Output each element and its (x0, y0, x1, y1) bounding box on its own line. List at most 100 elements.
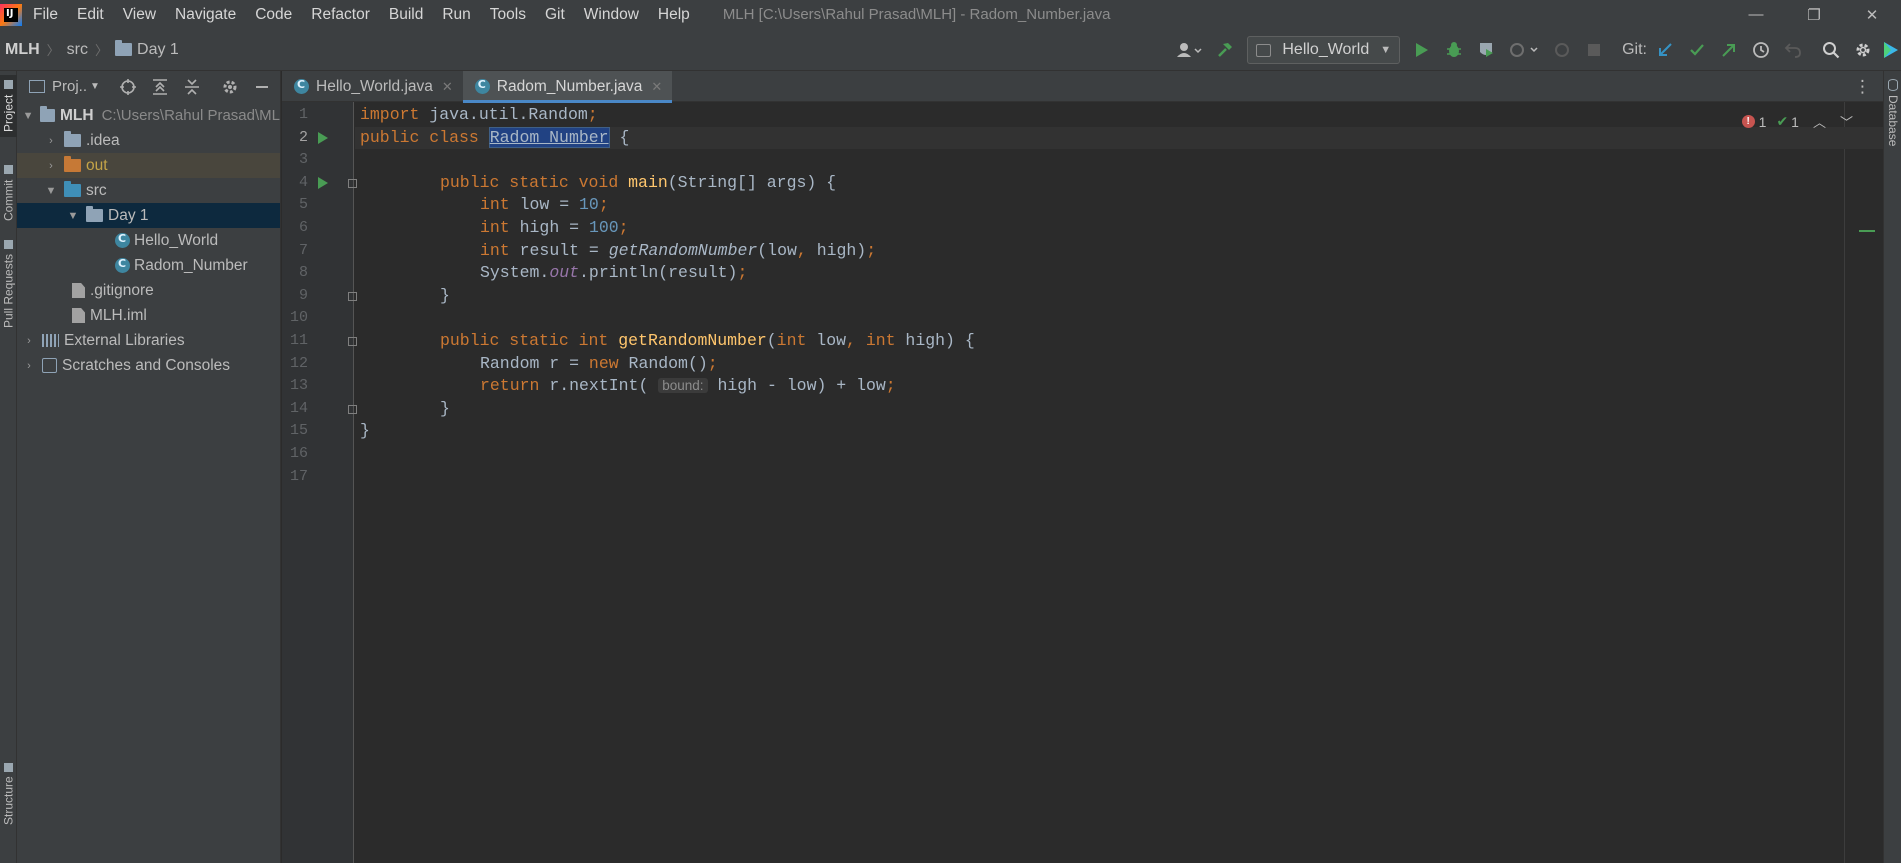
restore-button[interactable]: ❐ (1785, 0, 1843, 29)
ok-count: 1 (1791, 113, 1799, 130)
rollback-icon[interactable] (1777, 34, 1809, 66)
module-folder-icon (40, 106, 56, 122)
tree-item-idea[interactable]: › .idea (17, 128, 280, 153)
run-gutter-icon[interactable] (318, 176, 328, 189)
stop-icon[interactable] (1578, 34, 1610, 66)
tree-item-label: .gitignore (90, 281, 154, 299)
code-line-8: System.out.println(result); (480, 263, 748, 283)
chevron-down-icon[interactable]: ▼ (44, 185, 58, 197)
menu-edit[interactable]: Edit (67, 0, 113, 29)
chevron-down-icon[interactable]: ▼ (22, 110, 34, 122)
tree-item-mlh-iml[interactable]: MLH.iml (17, 303, 280, 328)
tool-tab-pull-requests-label: Pull Requests (1, 253, 16, 329)
tool-tab-pull-requests[interactable]: Pull Requests (0, 238, 17, 330)
menu-file[interactable]: File (33, 0, 67, 29)
settings-gear-icon[interactable] (1847, 34, 1879, 66)
scrollbar-change-marker[interactable] (1859, 230, 1875, 232)
code-with-me-icon[interactable] (1879, 34, 1901, 66)
menu-code[interactable]: Code (245, 0, 301, 29)
chevron-up-icon[interactable]: ︿ (1813, 112, 1826, 131)
breadcrumb-separator-icon: 〉 (46, 43, 60, 58)
run-configuration-select[interactable]: Hello_World ▼ (1247, 36, 1401, 64)
search-icon[interactable] (1815, 34, 1847, 66)
main-toolbar: Hello_World ▼ Git: (1169, 29, 1901, 71)
chevron-right-icon[interactable]: › (44, 135, 58, 147)
breadcrumb-src[interactable]: src (67, 41, 88, 59)
tree-item-src[interactable]: ▼ src (17, 178, 280, 203)
hide-panel-icon[interactable] (246, 73, 278, 101)
close-icon[interactable]: ✕ (651, 79, 662, 95)
attach-debugger-icon[interactable] (1546, 34, 1578, 66)
git-commit-check-icon[interactable] (1681, 34, 1713, 66)
menu-build[interactable]: Build (379, 0, 432, 29)
tab-radom-number[interactable]: Radom_Number.java ✕ (462, 71, 673, 103)
menu-git[interactable]: Git (535, 0, 574, 29)
tree-item-gitignore[interactable]: .gitignore (17, 278, 280, 303)
tool-tab-structure[interactable]: Structure (0, 761, 17, 827)
run-config-icon (1256, 43, 1272, 57)
locate-file-icon[interactable] (112, 73, 144, 101)
tool-tab-project[interactable]: Project (0, 75, 17, 137)
menu-refactor[interactable]: Refactor (301, 0, 379, 29)
project-tool-window: Proj.. ▼ ▼ MLH C:\Users\Rahul Prasad\ML … (17, 71, 281, 863)
close-icon[interactable]: ✕ (442, 79, 453, 95)
collapse-all-icon[interactable] (176, 73, 208, 101)
code-line-5: int low = 10; (480, 195, 609, 215)
tool-tab-database[interactable]: Database (1884, 79, 1901, 146)
folder-icon (115, 40, 133, 56)
tree-item-radom-number[interactable]: Radom_Number (17, 253, 280, 278)
chevron-right-icon[interactable]: › (22, 360, 36, 372)
breadcrumb-day1[interactable]: Day 1 (115, 40, 179, 59)
chevron-right-icon[interactable]: › (44, 160, 58, 172)
class-name-highlight: Radom_Number (488, 126, 610, 148)
build-hammer-icon[interactable] (1209, 34, 1241, 66)
tab-hello-world[interactable]: Hello_World.java ✕ (282, 71, 463, 102)
close-window-button[interactable]: ✕ (1843, 0, 1901, 29)
breadcrumb-project[interactable]: MLH (5, 41, 40, 59)
tree-item-label: Day 1 (108, 206, 149, 224)
menu-navigate[interactable]: Navigate (165, 0, 245, 29)
run-with-coverage-icon[interactable] (1470, 34, 1502, 66)
line-number: 12 (289, 354, 308, 372)
run-icon[interactable] (1406, 34, 1438, 66)
tree-item-label: .idea (86, 131, 120, 149)
user-account-icon[interactable] (1169, 34, 1209, 66)
code-line-4: public static void main(String[] args) { (440, 172, 837, 192)
tool-tab-commit[interactable]: Commit (0, 165, 17, 221)
minimize-button[interactable]: — (1727, 0, 1785, 29)
inspection-widget[interactable]: ! 1 ✔ 1 ︿ ﹀ (1741, 112, 1853, 131)
git-update-icon[interactable] (1649, 34, 1681, 66)
line-number: 10 (289, 309, 308, 327)
menu-help[interactable]: Help (648, 0, 699, 29)
tree-item-hello-world[interactable]: Hello_World (17, 228, 280, 253)
git-push-icon[interactable] (1713, 34, 1745, 66)
menu-window[interactable]: Window (574, 0, 648, 29)
project-view-selector[interactable]: Proj.. ▼ (29, 78, 100, 95)
chevron-right-icon[interactable]: › (22, 335, 36, 347)
line-number: 11 (289, 332, 308, 349)
history-clock-icon[interactable] (1745, 34, 1777, 66)
code-area[interactable]: import java.util.Random; public class Ra… (355, 102, 1883, 863)
expand-all-icon[interactable] (144, 73, 176, 101)
more-vertical-icon[interactable]: ⋮ (1854, 71, 1871, 102)
editor-gutter[interactable]: 1 2 3 4 5 6 7 8 9 10 11 12 13 14 15 16 1… (282, 102, 357, 863)
tree-item-external-libraries[interactable]: › External Libraries (17, 328, 280, 353)
chevron-down-icon[interactable]: ﹀ (1840, 112, 1853, 131)
tree-item-out[interactable]: › out (17, 153, 280, 178)
pull-request-icon (4, 239, 13, 249)
menu-view[interactable]: View (113, 0, 165, 29)
code-line-12: Random r = new Random(); (480, 353, 718, 373)
tree-item-scratches[interactable]: › Scratches and Consoles (17, 353, 280, 378)
run-gutter-icon[interactable] (318, 131, 328, 144)
menu-tools[interactable]: Tools (480, 0, 535, 29)
debug-bug-icon[interactable] (1438, 34, 1470, 66)
error-icon: ! (1741, 115, 1755, 128)
tree-item-day1[interactable]: ▼ Day 1 (17, 203, 280, 228)
profile-icon[interactable] (1502, 34, 1546, 66)
chevron-down-icon[interactable]: ▼ (66, 210, 80, 222)
options-gear-icon[interactable] (214, 73, 246, 101)
menu-run[interactable]: Run (432, 0, 479, 29)
left-tool-stripe: Project Commit Pull Requests Structure (0, 71, 17, 863)
tree-item-mlh[interactable]: ▼ MLH C:\Users\Rahul Prasad\ML (17, 103, 280, 128)
navigation-bar: MLH 〉 src 〉 Day 1 Hello_World ▼ Git: (0, 29, 1901, 71)
